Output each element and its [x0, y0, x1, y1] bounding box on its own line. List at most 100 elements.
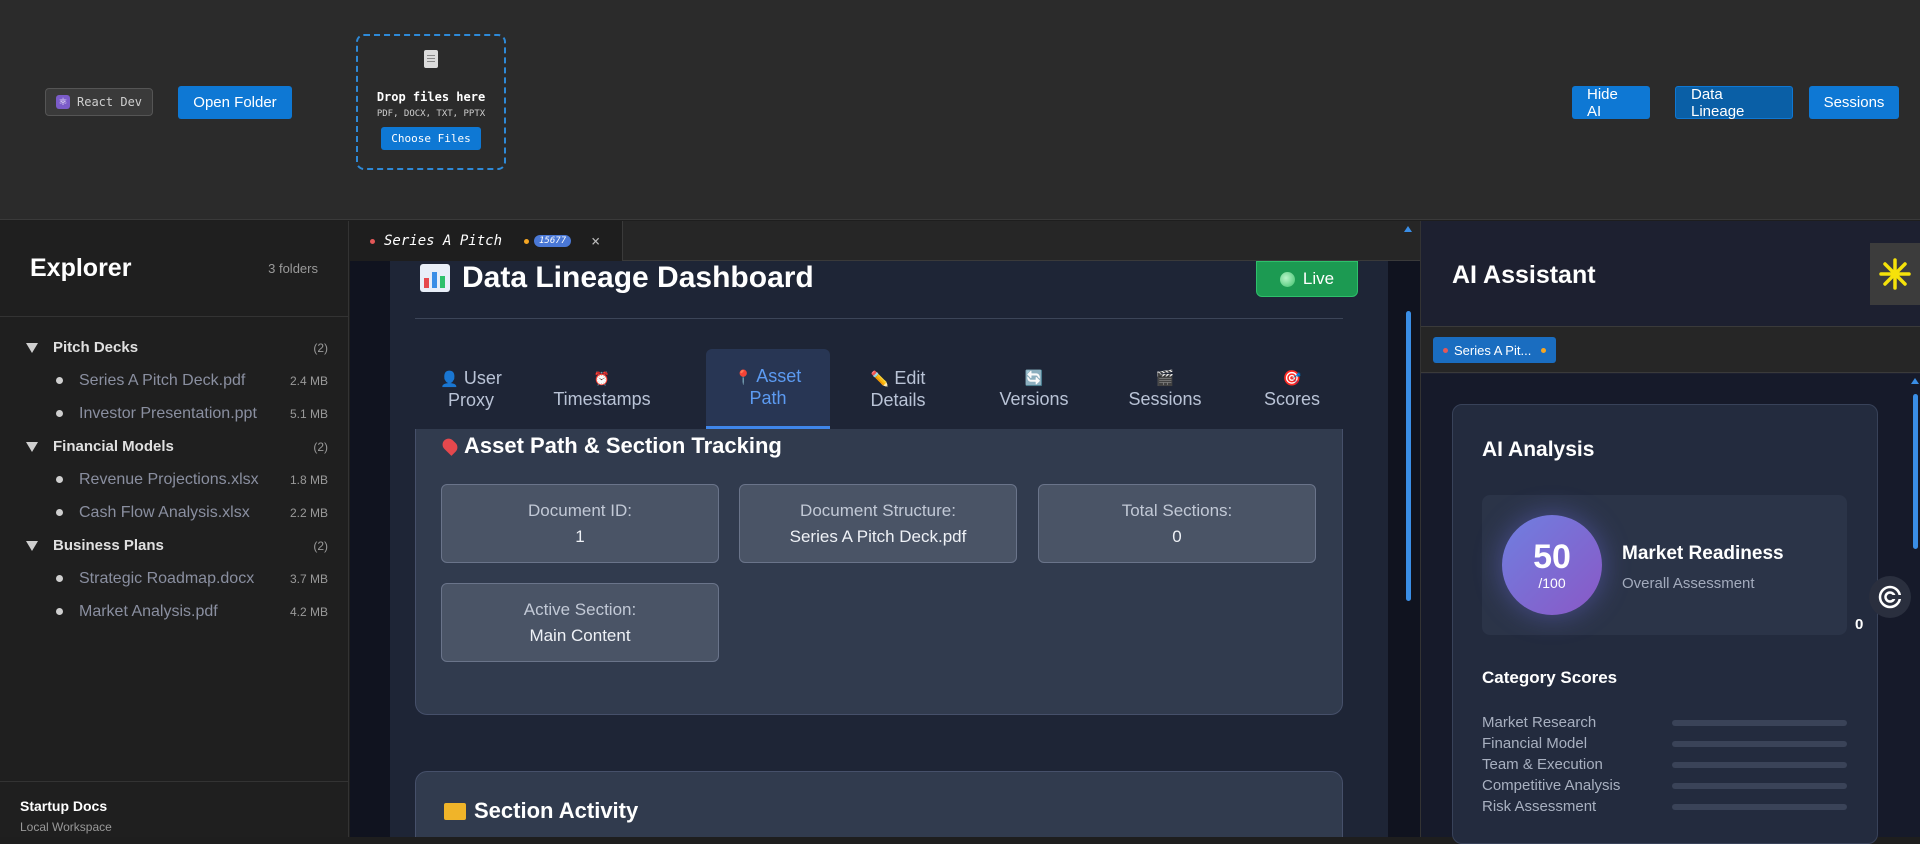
category-name: Risk Assessment	[1482, 798, 1597, 815]
tab-label: User	[463, 367, 502, 388]
document-id-card: Document ID: 1	[441, 484, 719, 563]
file-size: 4.2 MB	[289, 604, 328, 619]
bullet-icon	[56, 476, 63, 483]
tab-scores[interactable]: 🎯 Scores	[1247, 349, 1337, 429]
tab-label: Sessions	[1128, 389, 1202, 409]
explorer-sidebar: Explorer 3 folders Pitch Decks (2) Serie…	[0, 221, 349, 837]
floating-count: 0	[1855, 616, 1864, 633]
target-icon	[1878, 585, 1902, 609]
folder-pitch-decks[interactable]: Pitch Decks (2)	[0, 331, 348, 364]
tab-label: Asset	[756, 366, 802, 386]
dashboard-tabs: 👤 User Proxy ⏰ Timestamps 📍 Asset Path ✏…	[415, 349, 1343, 429]
scroll-up-arrow-icon[interactable]	[1404, 226, 1412, 232]
file-tree: Pitch Decks (2) Series A Pitch Deck.pdf …	[0, 317, 348, 628]
tab-user-proxy[interactable]: 👤 User Proxy	[415, 349, 527, 429]
react-dev-badge[interactable]: ⚛ React Dev	[45, 88, 154, 116]
tab-asset-path[interactable]: 📍 Asset Path	[706, 349, 830, 429]
live-label: Live	[1302, 269, 1335, 288]
dropzone-title: Drop files here	[376, 90, 486, 104]
bullet-icon	[56, 509, 63, 516]
modified-dot-icon	[370, 238, 375, 244]
card-value: Series A Pitch Deck.pdf	[789, 526, 967, 546]
file-item[interactable]: Series A Pitch Deck.pdf 2.4 MB	[0, 364, 348, 397]
tab-versions[interactable]: 🔄 Versions	[984, 349, 1084, 429]
category-bar	[1672, 761, 1847, 768]
file-item[interactable]: Strategic Roadmap.docx 3.7 MB	[0, 562, 348, 595]
workspace-type: Local Workspace	[20, 820, 112, 834]
sessions-button[interactable]: Sessions	[1809, 86, 1899, 119]
workspace-footer[interactable]: Startup Docs Local Workspace	[0, 781, 348, 837]
pin-icon: 📍	[734, 369, 753, 385]
score-circle: 50 /100	[1502, 515, 1602, 615]
file-dropzone[interactable]: Drop files here PDF, DOCX, TXT, PPTX Cho…	[356, 34, 506, 170]
tab-edit-details[interactable]: ✏️ Edit Details	[847, 349, 949, 429]
dashboard-title: Data Lineage Dashboard	[420, 261, 814, 295]
choose-files-button[interactable]: Choose Files	[381, 127, 481, 150]
ai-header: AI Assistant	[1421, 221, 1920, 326]
data-lineage-button[interactable]: Data Lineage	[1675, 86, 1793, 120]
status-dot-icon	[1541, 347, 1547, 353]
scroll-up-arrow-icon[interactable]	[1911, 378, 1919, 384]
folder-business-plans[interactable]: Business Plans (2)	[0, 529, 348, 562]
section-activity-panel: Section Activity	[415, 771, 1343, 837]
tab-timestamps[interactable]: ⏰ Timestamps	[547, 349, 657, 429]
document-structure-card: Document Structure: Series A Pitch Deck.…	[739, 484, 1017, 563]
bar-chart-icon	[420, 264, 450, 292]
open-folder-button[interactable]: Open Folder	[178, 86, 292, 119]
sparkle-button[interactable]	[1870, 243, 1920, 305]
category-row: Team & Execution	[1482, 754, 1847, 775]
total-sections-card: Total Sections: 0	[1038, 484, 1316, 563]
top-toolbar: ⚛ React Dev Open Folder Drop files here …	[0, 0, 1920, 220]
ai-document-tab[interactable]: Series A Pit...	[1433, 337, 1557, 363]
refresh-icon: 🔄	[1024, 370, 1044, 387]
tab-label: Versions	[999, 389, 1069, 409]
close-tab-icon[interactable]: ×	[591, 232, 600, 250]
ai-analysis-card: AI Analysis 50 /100 Market Readiness Ove…	[1452, 404, 1878, 844]
ai-tab-label: Series A Pit...	[1454, 342, 1532, 358]
tab-label: Scores	[1263, 389, 1321, 409]
score-max: /100	[1538, 575, 1566, 591]
editor-tab-label: Series A Pitch	[384, 233, 503, 249]
category-bar	[1672, 782, 1847, 789]
folder-name: Pitch Decks	[53, 339, 139, 356]
workspace-name: Startup Docs	[20, 798, 108, 814]
folder-name: Business Plans	[53, 537, 164, 554]
file-item[interactable]: Investor Presentation.ppt 5.1 MB	[0, 397, 348, 430]
folder-financial-models[interactable]: Financial Models (2)	[0, 430, 348, 463]
score-label: Market Readiness	[1622, 543, 1784, 564]
modified-dot-icon	[1443, 347, 1448, 353]
card-value: 1	[575, 526, 585, 546]
category-name: Team & Execution	[1482, 756, 1603, 773]
section-activity-title-text: Section Activity	[474, 798, 639, 823]
tab-sessions[interactable]: 🎬 Sessions	[1115, 349, 1215, 429]
market-readiness-box: 50 /100 Market Readiness Overall Assessm…	[1482, 495, 1847, 635]
card-value: 0	[1172, 526, 1182, 546]
file-item[interactable]: Market Analysis.pdf 4.2 MB	[0, 595, 348, 628]
folder-icon	[444, 802, 466, 820]
ai-content: AI Analysis 50 /100 Market Readiness Ove…	[1421, 374, 1920, 844]
file-size: 2.2 MB	[289, 505, 328, 520]
bullet-icon	[56, 410, 63, 417]
editor-tab-series-a[interactable]: Series A Pitch 15677 ×	[350, 221, 623, 261]
react-icon: ⚛	[56, 95, 70, 109]
panel-title-text: Asset Path & Section Tracking	[464, 433, 782, 458]
category-name: Competitive Analysis	[1482, 777, 1621, 794]
category-bar	[1672, 740, 1847, 747]
category-bar	[1672, 719, 1847, 726]
clapper-icon: 🎬	[1155, 370, 1175, 387]
tab-label: Path	[749, 388, 787, 408]
card-value: Main Content	[529, 625, 631, 645]
hide-ai-button[interactable]: Hide AI	[1572, 86, 1650, 120]
file-item[interactable]: Cash Flow Analysis.xlsx 2.2 MB	[0, 496, 348, 529]
ai-analysis-title: AI Analysis	[1482, 438, 1595, 461]
folder-count: 3 folders	[268, 261, 318, 276]
ai-scrollbar[interactable]	[1913, 394, 1918, 549]
floating-action-button[interactable]	[1869, 576, 1911, 618]
data-lineage-dashboard: Data Lineage Dashboard Live 👤 User Proxy…	[390, 261, 1388, 837]
file-name: Strategic Roadmap.docx	[79, 569, 255, 587]
dashboard-scrollbar[interactable]	[1406, 311, 1411, 601]
chevron-down-icon	[26, 342, 38, 353]
ai-assistant-panel: AI Assistant Series A Pit... AI Analysis	[1420, 221, 1920, 844]
file-item[interactable]: Revenue Projections.xlsx 1.8 MB	[0, 463, 348, 496]
card-label: Document Structure:	[800, 500, 956, 520]
